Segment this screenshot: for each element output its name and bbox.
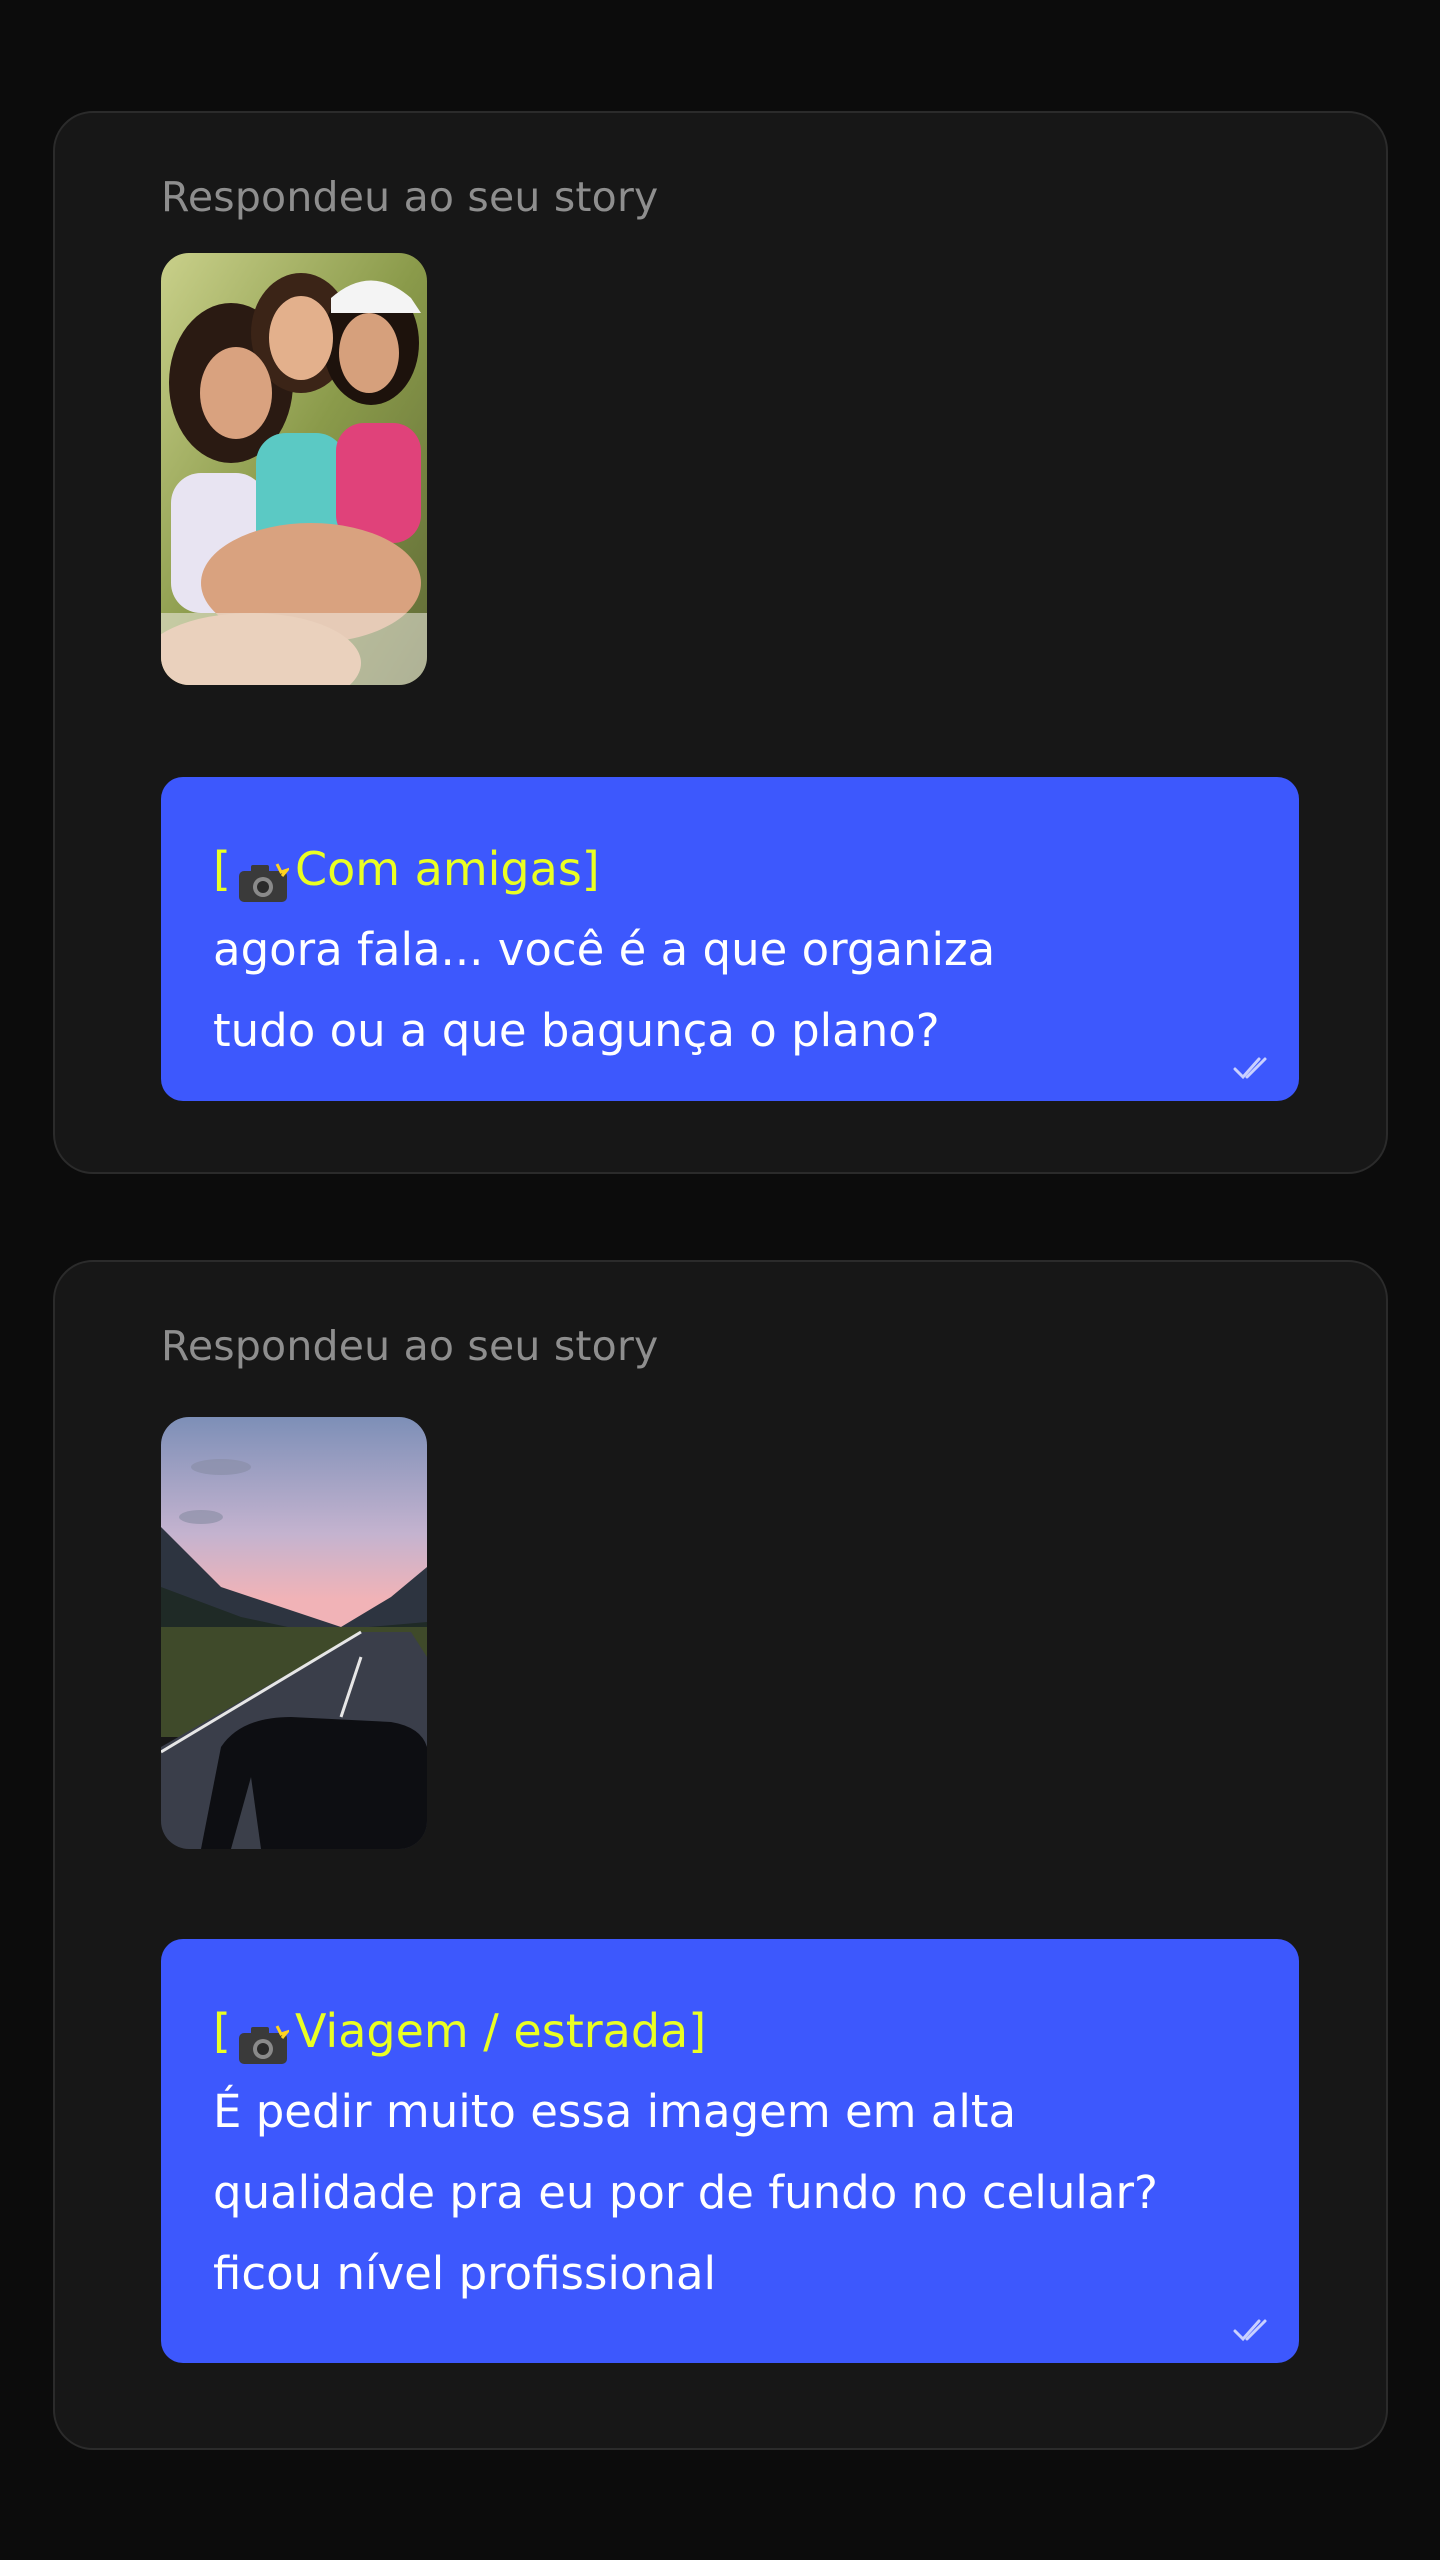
message-line: É pedir muito essa imagem em alta <box>213 2085 1017 2138</box>
double-check-icon <box>1233 1055 1273 1081</box>
story-reply-label: Respondeu ao seu story <box>161 1322 659 1370</box>
chat-page: Respondeu ao seu story [Com amigas] ag… <box>0 0 1440 2560</box>
message-line: tudo ou a que bagunça o plano? <box>213 1004 940 1057</box>
message-line: ficou nível profissional <box>213 2247 717 2300</box>
camera-flash-icon <box>237 2010 292 2064</box>
story-reply-card: Respondeu ao seu story <box>53 1260 1388 2450</box>
message-bubble[interactable]: [ Viagem / estrada] É pedir muito essa i… <box>161 1939 1299 2363</box>
message-bubble[interactable]: [ Com amigas] agora fala... você é a que… <box>161 777 1299 1101</box>
story-reply-label: Respondeu ao seu story <box>161 173 659 221</box>
friends-photo <box>161 253 427 685</box>
road-photo <box>161 1417 427 1849</box>
camera-flash-icon <box>237 848 292 902</box>
story-thumbnail[interactable] <box>161 253 427 685</box>
story-thumbnail[interactable] <box>161 1417 427 1849</box>
double-check-icon <box>1233 2317 1273 2343</box>
story-tag: [ Viagem / estrada] <box>213 1991 1247 2071</box>
story-reply-card: Respondeu ao seu story <box>53 111 1388 1174</box>
message-line: agora fala... você é a que organiza <box>213 923 996 976</box>
story-tag: [ Com amigas] <box>213 829 1247 909</box>
message-line: qualidade pra eu por de fundo no celular… <box>213 2166 1158 2219</box>
